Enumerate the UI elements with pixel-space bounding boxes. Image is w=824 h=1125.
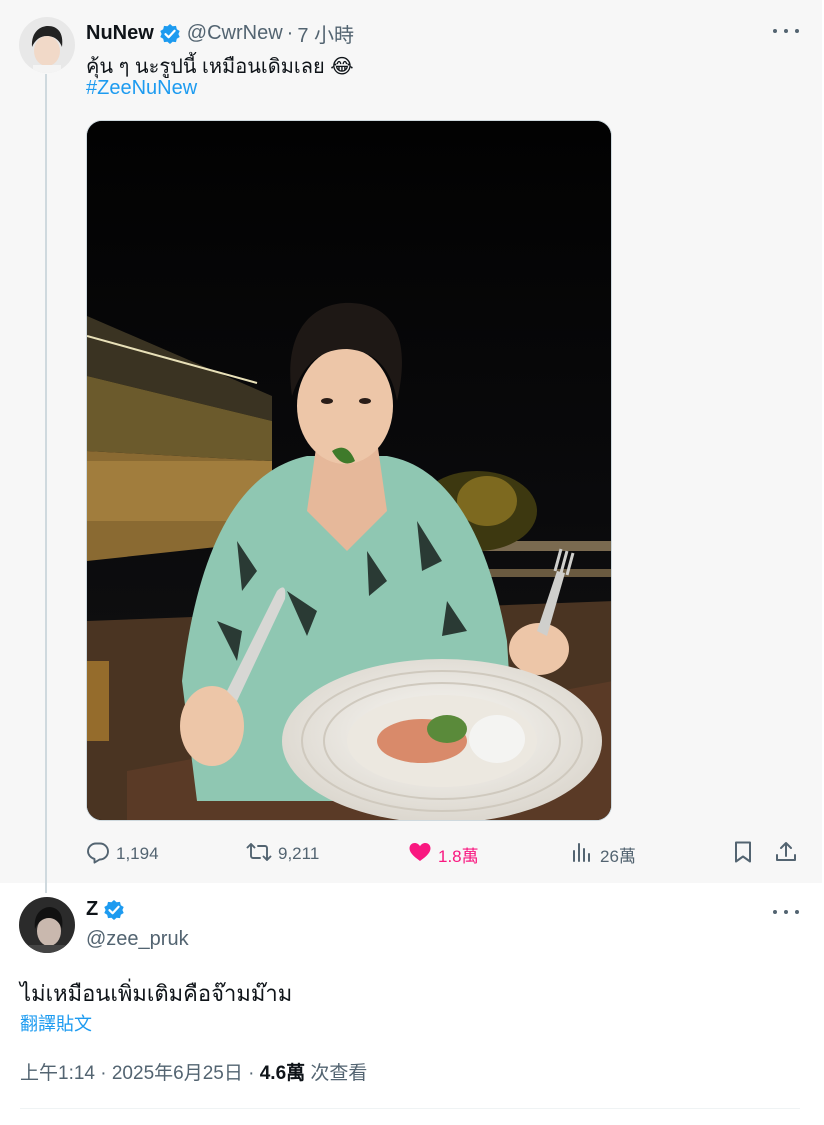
parent-display-name[interactable]: NuNew [86, 22, 154, 45]
parent-handle[interactable]: @CwrNew [187, 22, 283, 45]
translate-link[interactable]: 翻譯貼文 [20, 1010, 92, 1036]
retweet-icon [246, 840, 272, 869]
thread-line [45, 74, 47, 893]
views-label: 次查看 [305, 1063, 368, 1084]
verified-badge-icon [103, 899, 125, 921]
reply-icon [86, 840, 110, 869]
share-icon [774, 840, 798, 869]
retweet-count: 9,211 [278, 844, 320, 863]
analytics-icon [570, 840, 594, 869]
reply-count: 1,194 [116, 844, 159, 863]
retweet-button[interactable]: 9,211 [246, 840, 319, 868]
like-button[interactable]: 1.8萬 [408, 840, 479, 868]
bookmark-button[interactable] [731, 840, 755, 868]
separator-dot: · [286, 22, 294, 44]
parent-time[interactable]: 7 小時 [297, 19, 354, 48]
divider [20, 1108, 800, 1109]
bookmark-icon [731, 840, 755, 869]
share-button[interactable] [774, 840, 798, 868]
reply-tweet-text: ไม่เหมือนเพิ่มเติมคือจ๊ามม๊าม [20, 981, 293, 1006]
views-count-bold: 4.6萬 [259, 1063, 306, 1084]
parent-tweet: NuNew @CwrNew · 7 小時 คุ้น ๆ นะรูปนี้ เหม… [0, 0, 822, 893]
nunew-avatar[interactable] [19, 17, 75, 73]
reply-header: Z [86, 898, 125, 921]
hashtag-link[interactable]: #ZeeNuNew [86, 77, 197, 100]
tweet-meta: 上午1:14 · 2025年6月25日 · 4.6萬 次查看 [20, 1058, 367, 1085]
views-count: 26萬 [600, 846, 636, 866]
views-button[interactable]: 26萬 [570, 840, 636, 868]
tweet-photo[interactable] [86, 120, 612, 821]
heart-icon [408, 840, 432, 869]
like-count: 1.8萬 [438, 846, 479, 866]
more-options-icon[interactable] [773, 27, 799, 35]
verified-badge-icon [159, 23, 181, 45]
timestamp[interactable]: 上午1:14 · 2025年6月25日 · [20, 1063, 260, 1084]
reply-display-name[interactable]: Z [86, 898, 98, 921]
reply-button[interactable]: 1,194 [86, 840, 159, 868]
tweet-actions-bar: 1,194 9,211 1.8萬 26萬 [86, 840, 800, 868]
more-options-icon[interactable] [773, 908, 799, 916]
reply-handle[interactable]: @zee_pruk [86, 928, 189, 951]
zee-avatar[interactable] [19, 897, 75, 953]
